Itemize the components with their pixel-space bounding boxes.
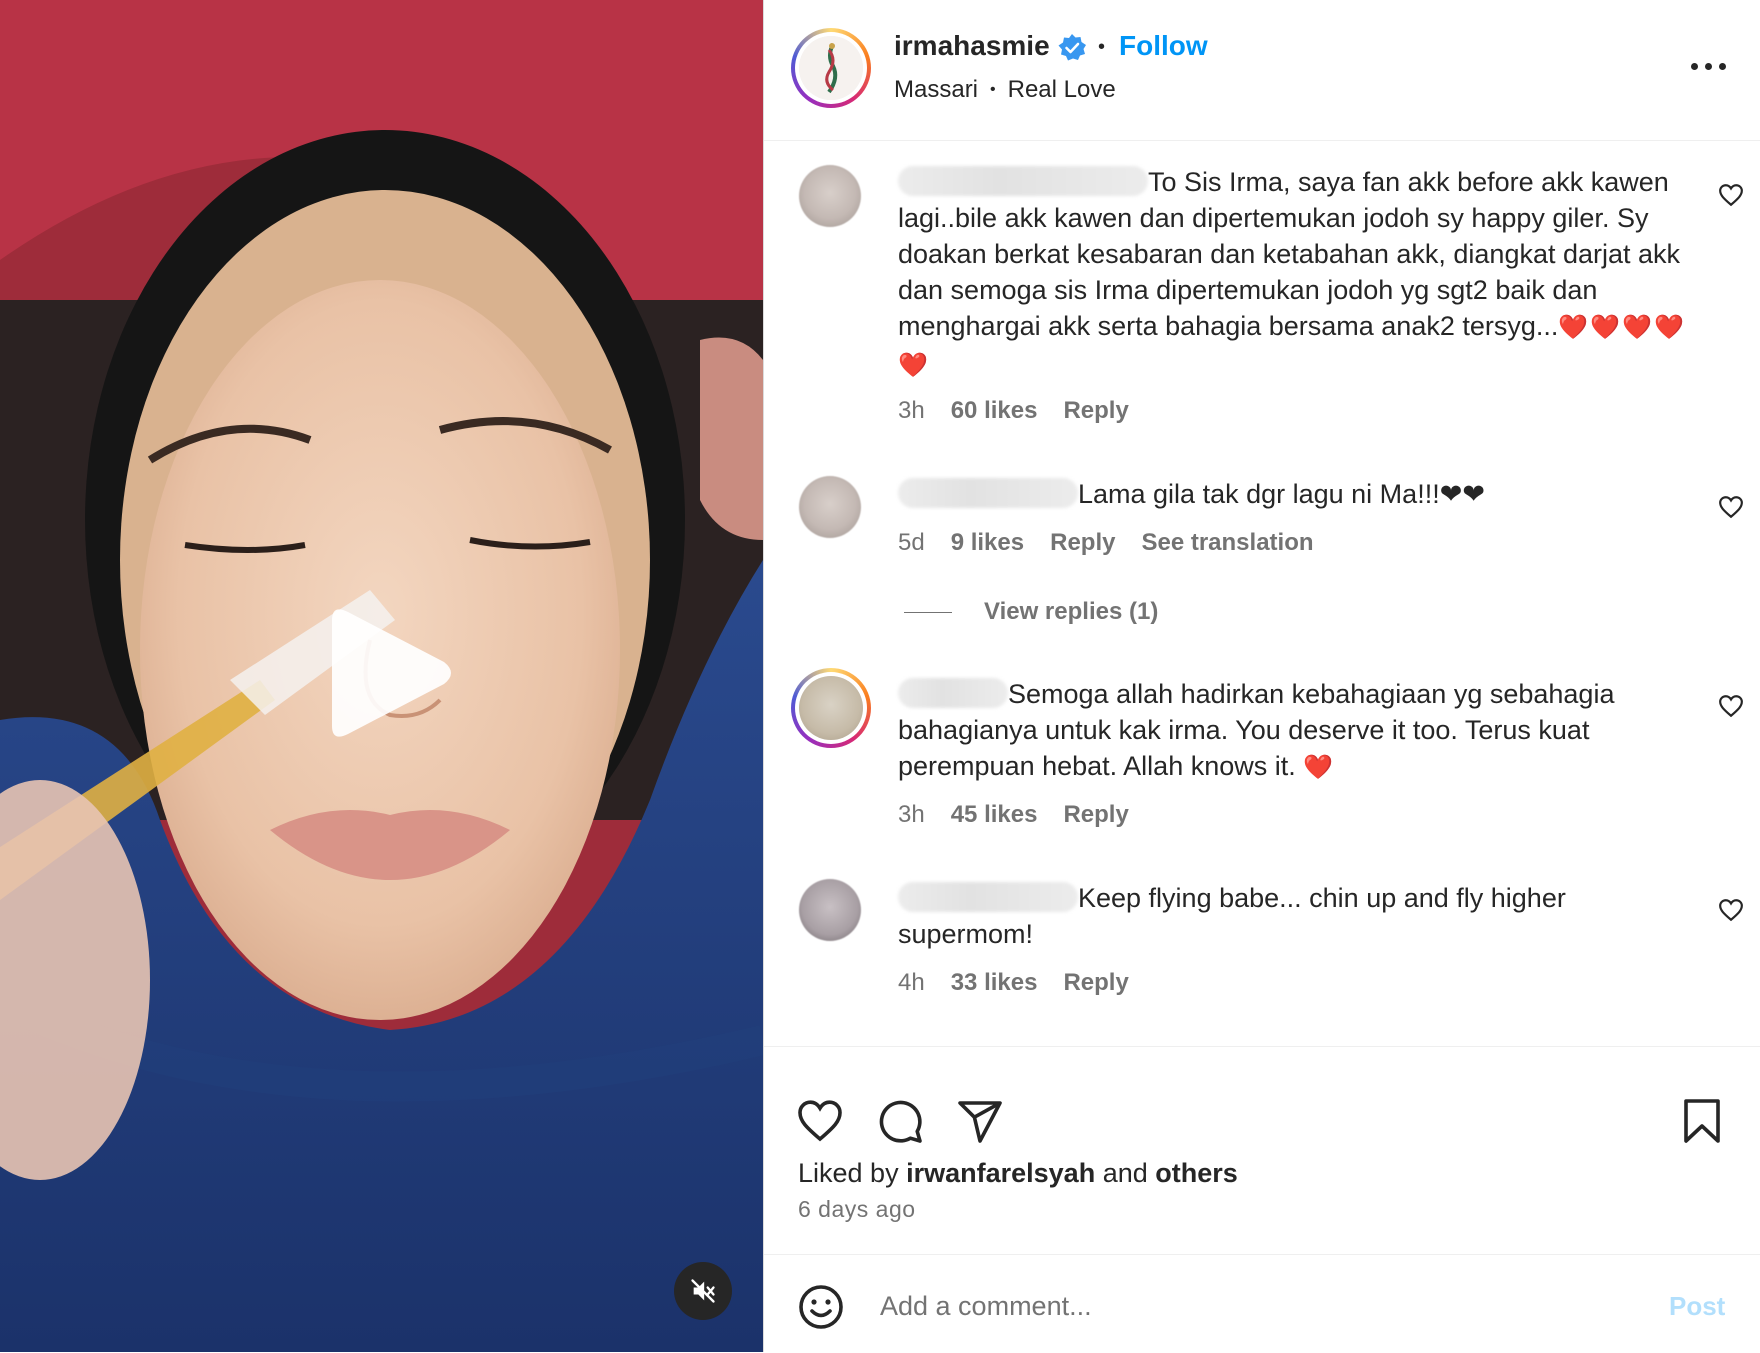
comment-body: To Sis Irma, saya fan akk before akk kaw…: [898, 164, 1698, 384]
comment-time[interactable]: 5d: [898, 529, 925, 557]
comment-meta: 3h 45 likes Reply: [898, 801, 1129, 829]
author-username[interactable]: irmahasmie: [894, 30, 1050, 62]
comment-meta: 4h 33 likes Reply: [898, 969, 1129, 997]
view-replies-line: [904, 611, 952, 613]
verified-badge-icon: [1058, 34, 1086, 61]
comment-likes[interactable]: 45 likes: [951, 801, 1038, 829]
comment-meta: 3h 60 likes Reply: [898, 397, 1129, 425]
see-translation-button[interactable]: See translation: [1141, 529, 1313, 557]
view-replies-label: View replies (1): [984, 598, 1159, 625]
header-separator: •: [1098, 36, 1106, 58]
comment-heart-icon[interactable]: [1718, 898, 1744, 922]
commenter-avatar-image: [799, 676, 863, 740]
view-replies-button[interactable]: View replies (1): [904, 598, 1158, 626]
post-panel: irmahasmie • Follow Massari • Real Love …: [763, 0, 1760, 1352]
bookmark-icon[interactable]: [1678, 1097, 1726, 1145]
liked-by-others[interactable]: others: [1155, 1158, 1238, 1188]
music-info[interactable]: Massari • Real Love: [894, 76, 1116, 104]
post-comment-button[interactable]: Post: [1669, 1291, 1725, 1322]
liked-by-prefix: Liked by: [798, 1158, 899, 1188]
liked-by-user[interactable]: irwanfarelsyah: [906, 1158, 1095, 1188]
play-button[interactable]: [316, 598, 456, 748]
comment-body: Lama gila tak dgr lagu ni Ma!!!❤❤: [898, 476, 1698, 512]
reply-button[interactable]: Reply: [1063, 397, 1128, 425]
music-track: Real Love: [1007, 76, 1116, 103]
commenter-avatar[interactable]: [799, 879, 861, 941]
reply-button[interactable]: Reply: [1063, 801, 1128, 829]
commenter-username[interactable]: [898, 882, 1078, 912]
comment-emoji: ❤️: [1303, 754, 1336, 781]
comment-input[interactable]: [878, 1277, 1642, 1335]
comment-body: Keep flying babe... chin up and fly high…: [898, 880, 1698, 952]
author-avatar-image: [799, 36, 863, 100]
more-options-icon[interactable]: [1689, 52, 1729, 82]
mute-icon: [691, 1279, 715, 1303]
instagram-post: irmahasmie • Follow Massari • Real Love …: [0, 0, 1760, 1352]
commenter-avatar[interactable]: [799, 165, 861, 227]
commenter-avatar[interactable]: [791, 668, 871, 748]
reply-button[interactable]: Reply: [1050, 529, 1115, 557]
comment-likes[interactable]: 33 likes: [951, 969, 1038, 997]
comment-icon[interactable]: [876, 1097, 924, 1145]
comment-time[interactable]: 3h: [898, 397, 925, 425]
comment-heart-icon[interactable]: [1718, 183, 1744, 207]
add-comment-bar: Post: [764, 1254, 1760, 1353]
commenter-username[interactable]: [898, 166, 1148, 196]
comment-likes[interactable]: 9 likes: [951, 529, 1024, 557]
music-artist: Massari: [894, 76, 979, 103]
post-header: irmahasmie • Follow Massari • Real Love: [764, 0, 1760, 141]
commenter-username[interactable]: [898, 678, 1008, 708]
comment-text: Lama gila tak dgr lagu ni Ma!!!❤❤: [1078, 479, 1485, 509]
comment-heart-icon[interactable]: [1718, 694, 1744, 718]
post-video[interactable]: [0, 0, 763, 1352]
comment-body: Semoga allah hadirkan kebahagiaan yg seb…: [898, 676, 1698, 786]
share-icon[interactable]: [956, 1097, 1004, 1145]
comment-likes[interactable]: 60 likes: [951, 397, 1038, 425]
mute-button[interactable]: [674, 1262, 732, 1320]
comment-meta: 5d 9 likes Reply See translation: [898, 529, 1314, 557]
comment-heart-icon[interactable]: [1718, 495, 1744, 519]
emoji-icon[interactable]: [797, 1283, 845, 1331]
commenter-username[interactable]: [898, 478, 1078, 508]
play-icon: [332, 609, 451, 737]
liked-by-and: and: [1102, 1158, 1148, 1188]
post-timestamp[interactable]: 6 days ago: [798, 1196, 916, 1223]
reply-button[interactable]: Reply: [1063, 969, 1128, 997]
heart-icon[interactable]: [796, 1097, 844, 1145]
follow-button[interactable]: Follow: [1119, 30, 1208, 62]
author-avatar[interactable]: [791, 28, 871, 108]
liked-by: Liked by irwanfarelsyah and others: [798, 1158, 1238, 1189]
commenter-avatar[interactable]: [799, 476, 861, 538]
comment-time[interactable]: 3h: [898, 801, 925, 829]
music-separator: •: [990, 81, 996, 98]
comment-time[interactable]: 4h: [898, 969, 925, 997]
